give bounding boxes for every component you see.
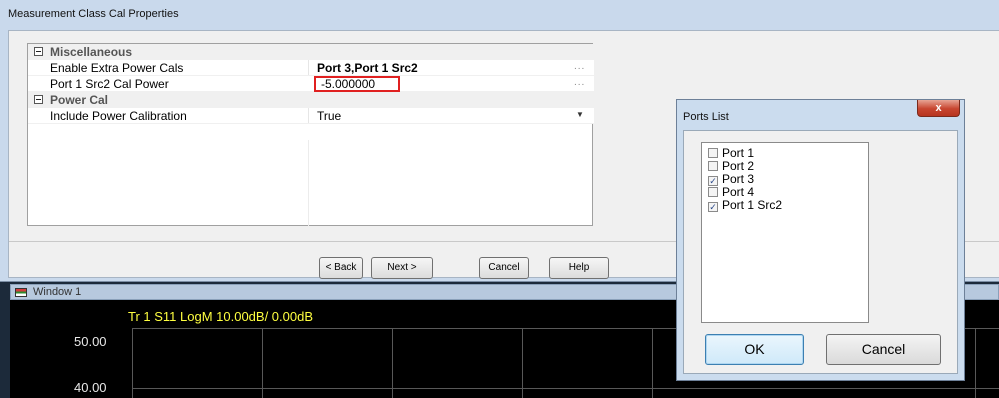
property-value[interactable]: Port 3,Port 1 Src2 bbox=[308, 60, 570, 75]
ok-button[interactable]: OK bbox=[705, 334, 804, 365]
y-tick-label: 50.00 bbox=[74, 334, 107, 349]
dialog-title: Ports List bbox=[683, 111, 729, 123]
category-label: Miscellaneous bbox=[50, 45, 133, 59]
window-icon bbox=[15, 288, 27, 297]
grid-line bbox=[132, 328, 133, 398]
grid-line bbox=[392, 328, 393, 398]
grid-line bbox=[262, 328, 263, 398]
list-item-port-1-src2[interactable]: ✓ Port 1 Src2 bbox=[708, 199, 782, 212]
property-row-include-power-calibration[interactable]: Include Power Calibration True ▼ bbox=[28, 108, 594, 124]
dialog-title: Measurement Class Cal Properties bbox=[8, 8, 179, 20]
ellipsis-button[interactable]: ... bbox=[574, 61, 585, 72]
list-item-label: Port 3 bbox=[722, 172, 755, 186]
ports-listbox[interactable]: Port 1 Port 2 ✓ Port 3 Port 4 ✓ Port 1 Src… bbox=[701, 142, 869, 323]
checkbox-icon[interactable] bbox=[708, 187, 718, 197]
collapse-icon[interactable] bbox=[34, 95, 43, 104]
category-miscellaneous[interactable]: Miscellaneous bbox=[28, 44, 594, 60]
dropdown-arrow-icon[interactable]: ▼ bbox=[576, 110, 584, 119]
cancel-button[interactable]: Cancel bbox=[479, 257, 529, 279]
help-button[interactable]: Help bbox=[549, 257, 609, 279]
grid-line bbox=[652, 328, 653, 398]
list-item-label: Port 1 bbox=[722, 146, 755, 160]
trace-label[interactable]: Tr 1 S11 LogM 10.00dB/ 0.00dB bbox=[128, 309, 313, 324]
dialog-body: Port 1 Port 2 ✓ Port 3 Port 4 ✓ Port 1 Src… bbox=[683, 130, 958, 374]
property-grid: Miscellaneous Enable Extra Power Cals Po… bbox=[27, 43, 594, 226]
property-name: Port 1 Src2 Cal Power bbox=[50, 77, 169, 91]
category-power-cal[interactable]: Power Cal bbox=[28, 92, 594, 108]
y-tick-label: 40.00 bbox=[74, 380, 107, 395]
category-label: Power Cal bbox=[50, 93, 109, 107]
ports-list-dialog: Ports List x Port 1 Port 2 ✓ Port 3 Port … bbox=[676, 99, 965, 381]
cancel-button[interactable]: Cancel bbox=[826, 334, 941, 365]
grid-line bbox=[522, 328, 523, 398]
property-value[interactable]: True bbox=[308, 108, 570, 123]
window-title: Window 1 bbox=[33, 286, 82, 298]
property-row-port1-src2-cal-power[interactable]: Port 1 Src2 Cal Power -5.000000 ... bbox=[28, 76, 594, 92]
list-item-label: Port 4 bbox=[722, 185, 755, 199]
collapse-icon[interactable] bbox=[34, 47, 43, 56]
grid-line bbox=[975, 328, 976, 398]
checkbox-checked-icon[interactable]: ✓ bbox=[708, 176, 718, 186]
cal-power-input[interactable]: -5.000000 bbox=[314, 76, 400, 92]
checkbox-icon[interactable] bbox=[708, 148, 718, 158]
property-name: Include Power Calibration bbox=[50, 109, 187, 123]
ellipsis-button[interactable]: ... bbox=[574, 77, 585, 88]
property-row-enable-extra-power-cals[interactable]: Enable Extra Power Cals Port 3,Port 1 Sr… bbox=[28, 60, 594, 76]
next-button[interactable]: Next > bbox=[371, 257, 433, 279]
list-item-label: Port 2 bbox=[722, 159, 755, 173]
close-button[interactable]: x bbox=[917, 100, 960, 117]
grid-divider bbox=[308, 140, 309, 226]
back-button[interactable]: < Back bbox=[319, 257, 363, 279]
checkbox-checked-icon[interactable]: ✓ bbox=[708, 202, 718, 212]
list-item-label: Port 1 Src2 bbox=[722, 198, 783, 212]
property-name: Enable Extra Power Cals bbox=[50, 61, 184, 75]
checkbox-icon[interactable] bbox=[708, 161, 718, 171]
